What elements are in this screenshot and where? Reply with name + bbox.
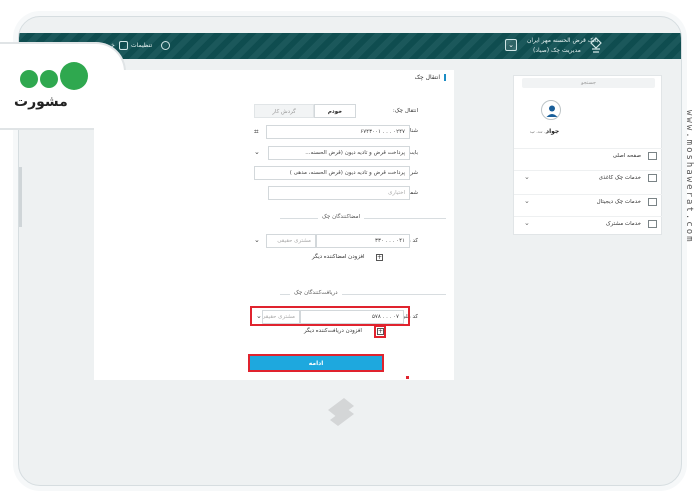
red-marker	[406, 376, 409, 379]
shared-services-icon	[648, 220, 657, 228]
user-icon	[546, 105, 558, 117]
sidebar-item-home[interactable]: صفحه اصلی	[514, 148, 663, 164]
sidebar-search-input[interactable]: جستجو	[522, 78, 655, 88]
sidebar-item-label: خدمات چک دیجیتال	[596, 199, 641, 205]
side-url: www.moshawerat.com	[684, 110, 694, 244]
signer-national-id-field[interactable]: ۰۴۱ . . . ۳۳۰	[316, 234, 410, 248]
chevron-down-icon[interactable]: ⌄	[254, 236, 260, 244]
scan-icon[interactable]: ⌗	[254, 127, 259, 137]
self-option[interactable]: خودم	[314, 104, 356, 118]
chevron-down-icon: ⌄	[524, 219, 530, 227]
settings-link[interactable]: تنظیمات	[131, 42, 152, 49]
chevron-down-icon[interactable]: ⌄	[254, 148, 260, 156]
account-field[interactable]: اختیاری	[268, 186, 410, 200]
main-content: انتقال چک انتقال چک: خودم گردش کار شناسه…	[94, 70, 454, 380]
settings-icon[interactable]	[161, 41, 170, 50]
avatar	[541, 100, 561, 120]
logo-text: مشورت	[14, 94, 68, 110]
sidebar-item-shared-services[interactable]: خدمات مشترک ⌄	[514, 216, 663, 232]
paper-check-icon	[648, 174, 657, 182]
scrollbar[interactable]	[19, 167, 22, 227]
sidebar-item-label: خدمات چک کاغذی	[598, 175, 641, 181]
receivers-section-title: دریافت‌کنندگان چک	[290, 290, 342, 296]
section-name: مدیریت چک (صیاد)	[533, 47, 581, 54]
bank-name: بانک قرض الحسنه مهر ایران	[527, 37, 599, 44]
sidebar-item-digital-check[interactable]: خدمات چک دیجیتال ⌄	[514, 194, 663, 210]
exit-icon[interactable]	[119, 41, 128, 50]
highlight-box	[250, 306, 410, 326]
add-signer-link[interactable]: افزودن امضاکننده دیگر	[312, 254, 365, 260]
sidebar-item-label: صفحه اصلی	[612, 153, 641, 159]
sidebar-item-paper-check[interactable]: خدمات چک کاغذی ⌄	[514, 170, 663, 186]
description-field[interactable]: پرداخت قرض و تادیه دیون (قرض الحسنه، مده…	[254, 166, 410, 180]
add-signer-icon[interactable]: +	[376, 254, 383, 261]
digital-check-icon	[648, 198, 657, 206]
workflow-option[interactable]: گردش کار	[254, 104, 314, 118]
add-receiver-link[interactable]: افزودن دریافت‌کننده دیگر	[304, 328, 362, 334]
signers-section-title: امضاکنندگان چک	[318, 214, 365, 220]
continue-button[interactable]: ادامه	[248, 354, 384, 372]
signer-type-select[interactable]: مشتری حقیقی	[266, 234, 316, 248]
user-subtitle: ر. ت. ب	[530, 129, 549, 135]
page-title: انتقال چک	[415, 74, 446, 81]
chevron-down-icon: ⌄	[524, 173, 530, 181]
sayad-id-field[interactable]: ۰۲۴۷ . . . ۶۷۴۳۰۰۱	[266, 125, 410, 139]
chevron-down-icon: ⌄	[524, 197, 530, 205]
sidebar: جستجو جواد ر. ت. ب صفحه اصلی خدمات چک کا…	[513, 75, 663, 235]
sidebar-item-label: خدمات مشترک	[605, 221, 641, 227]
watermark-logo-icon	[328, 398, 354, 426]
highlight-box	[374, 325, 386, 338]
home-icon	[648, 152, 657, 160]
transferor-label: انتقال چک:	[392, 108, 418, 114]
chevron-down-icon[interactable]: ⌄	[505, 39, 517, 51]
bank-logo-icon	[590, 37, 602, 53]
reason-select[interactable]: پرداخت قرض و تادیه دیون (قرض الحسنه...	[268, 146, 410, 160]
